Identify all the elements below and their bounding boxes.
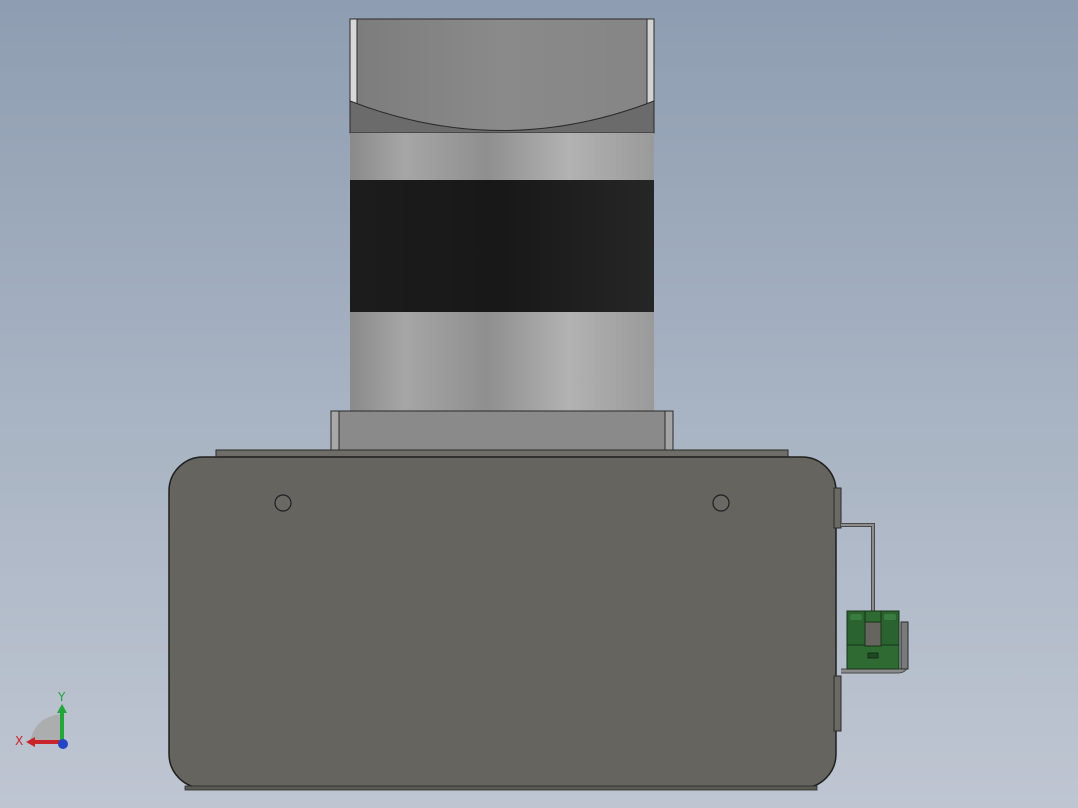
triad-plane [30, 714, 62, 741]
triad-x-label: X [15, 734, 23, 748]
motor-flange[interactable] [330, 410, 674, 451]
base-housing[interactable] [168, 456, 837, 791]
triad-y-label: Y [57, 690, 66, 704]
graphics-viewport[interactable]: Y X [0, 0, 1078, 808]
housing-side-tab-upper[interactable] [833, 487, 842, 529]
view-triad[interactable]: Y X [15, 690, 68, 749]
motor-cap[interactable] [349, 18, 655, 134]
housing-side-tab-lower[interactable] [833, 675, 842, 732]
photo-sensor[interactable] [846, 610, 900, 670]
mounting-hole-left[interactable] [274, 494, 292, 512]
triad-z-axis-icon [58, 739, 68, 749]
triad-x-arrow-icon [26, 737, 35, 747]
triad-y-arrow-icon [57, 704, 67, 713]
motor-band[interactable] [350, 180, 654, 312]
mounting-hole-right[interactable] [712, 494, 730, 512]
